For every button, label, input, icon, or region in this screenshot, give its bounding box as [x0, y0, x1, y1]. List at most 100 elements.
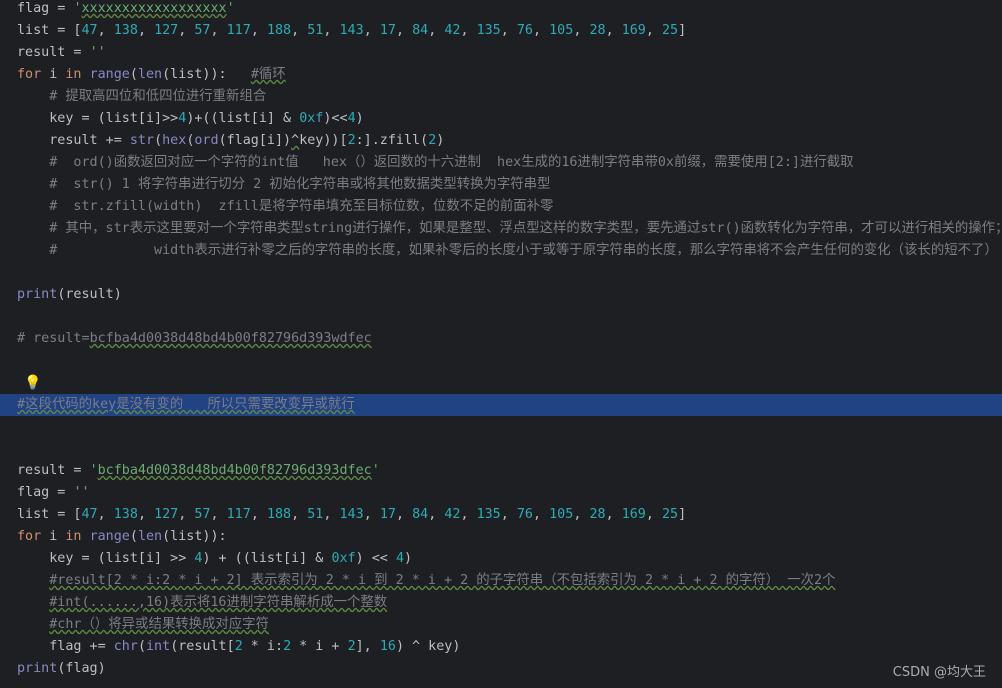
code-token: 169	[621, 507, 646, 522]
code-line[interactable]: # ord()函数返回对应一个字符的int值 hex（）返回数的十六进制 hex…	[0, 152, 1002, 174]
code-line[interactable]	[0, 416, 1002, 438]
code-token: #int(......,16)表示将16进制字符串解析成一个整数	[49, 595, 388, 610]
code-line[interactable]: # str.zfill(width) zfill是将字符串填充至目标位数，位数不…	[0, 196, 1002, 218]
code-line[interactable]: # width表示进行补零之后的字符串的长度，如果补零后的长度小于或等于原字符串…	[0, 240, 1002, 262]
code-line[interactable]: flag += chr(int(result[2 * i:2 * i + 2],…	[0, 636, 1002, 658]
code-line[interactable]: # 提取高四位和低四位进行重新组合	[0, 86, 1002, 108]
code-text: flag = ''	[17, 482, 90, 504]
code-line[interactable]: flag = 'xxxxxxxxxxxxxxxxxx'	[0, 0, 1002, 20]
code-line[interactable]: result += str(hex(ord(flag[i])^key))[2:]…	[0, 130, 1002, 152]
code-line[interactable]: # result=bcfba4d0038d48bd4b00f82796d393w…	[0, 328, 1002, 350]
code-token: key = (list[i] >>	[17, 551, 195, 566]
code-line[interactable]: #chr（）将异或结果转换成对应字符	[0, 614, 1002, 636]
csdn-watermark: CSDN @均大王	[892, 665, 986, 680]
code-token: 4	[395, 551, 404, 566]
code-token: len	[137, 67, 163, 82]
code-token: 84	[412, 23, 429, 38]
code-line[interactable]: for i in range(len(list)): #循环	[0, 64, 1002, 86]
code-line[interactable]	[0, 262, 1002, 284]
code-line[interactable]: # 其中，str表示这里要对一个字符串类型string进行操作，如果是整型、浮点…	[0, 218, 1002, 240]
code-token: 51	[307, 507, 324, 522]
code-token: ,	[460, 23, 477, 38]
code-token: (list)):	[162, 529, 227, 544]
code-token: 188	[266, 507, 292, 522]
code-text: result = 'bcfba4d0038d48bd4b00f82796d393…	[17, 460, 380, 482]
code-token: # width表示进行补零之后的字符串的长度，如果补零后的长度小于或等于原字符串…	[49, 243, 998, 258]
code-token: result +=	[17, 133, 130, 148]
code-token: ) ^ key)	[395, 639, 461, 654]
code-line[interactable]: #int(......,16)表示将16进制字符串解析成一个整数	[0, 592, 1002, 614]
code-token: 47	[81, 507, 98, 522]
code-token: 25	[662, 507, 679, 522]
code-token: # str.zfill(width) zfill是将字符串填充至目标位数，位数不…	[49, 199, 554, 214]
code-token: len	[137, 529, 163, 544]
code-token: 42	[444, 23, 461, 38]
code-line[interactable]: print(flag)	[0, 658, 1002, 680]
code-line[interactable]: # str() 1 将字符串进行切分 2 初始化字符串或将其他数据类型转换为字符…	[0, 174, 1002, 196]
code-token: in	[65, 529, 82, 544]
code-token: 143	[339, 23, 364, 38]
code-token: ,	[323, 23, 340, 38]
code-line[interactable]: key = (list[i]>>4)+((list[i] & 0xf)<<4)	[0, 108, 1002, 130]
code-token: 105	[549, 23, 574, 38]
code-token: 117	[226, 507, 251, 522]
code-token: i	[41, 67, 66, 82]
code-token: (	[154, 133, 163, 148]
code-token: ,	[460, 507, 477, 522]
code-line[interactable]	[0, 438, 1002, 460]
code-line[interactable]: #这段代码的key是没有变的 所以只需要改变异或就行	[0, 394, 1002, 416]
code-token: ,	[428, 23, 445, 38]
code-line[interactable]: result = 'bcfba4d0038d48bd4b00f82796d393…	[0, 460, 1002, 482]
code-token: 135	[476, 507, 501, 522]
code-token: 2	[347, 133, 356, 148]
code-token: key = (list[i]>>	[17, 111, 179, 126]
code-token: ,	[291, 23, 308, 38]
code-text: key = (list[i]>>4)+((list[i] & 0xf)<<4)	[17, 108, 364, 130]
code-token: ,	[395, 23, 413, 38]
code-text: for i in range(len(list)): #循环	[17, 64, 286, 86]
lightbulb-icon[interactable]: 💡	[24, 375, 41, 391]
code-token: i	[41, 529, 66, 544]
code-token: (	[137, 639, 146, 654]
code-line[interactable]: print(result)	[0, 284, 1002, 306]
code-token: 2	[283, 639, 292, 654]
code-token: )+((list[i] &	[186, 111, 300, 126]
code-token: :].zfill(	[355, 133, 429, 148]
code-token: 0xf	[331, 551, 356, 566]
code-line[interactable]: 💡	[0, 372, 1002, 394]
code-text: # str.zfill(width) zfill是将字符串填充至目标位数，位数不…	[17, 196, 553, 218]
code-text: result = ''	[17, 42, 106, 64]
code-editor[interactable]: flag = 'xxxxxxxxxxxxxxxxxx' list = [47, 1…	[0, 0, 1002, 688]
code-token: 4	[347, 111, 356, 126]
code-line[interactable]: #result[2 * i:2 * i + 2] 表示索引为 2 * i 到 2…	[0, 570, 1002, 592]
code-token: ,	[500, 23, 517, 38]
code-token: range	[89, 67, 130, 82]
code-token: #这段代码的key是没有变的 所以只需要改变异或就行	[17, 397, 355, 412]
code-token: ,	[178, 507, 195, 522]
code-line[interactable]: list = [47, 138, 127, 57, 117, 188, 51, …	[0, 20, 1002, 42]
code-line[interactable]	[0, 306, 1002, 328]
code-token: '	[89, 463, 98, 478]
code-token: bcfba4d0038d48bd4b00f82796d393dfec	[97, 463, 372, 478]
code-token: 57	[194, 23, 211, 38]
code-token: flag =	[17, 485, 74, 500]
code-line[interactable]: key = (list[i] >> 4) + ((list[i] & 0xf) …	[0, 548, 1002, 570]
code-text: flag += chr(int(result[2 * i:2 * i + 2],…	[17, 636, 460, 658]
code-token: )	[355, 111, 364, 126]
code-line[interactable]: result = ''	[0, 42, 1002, 64]
code-token: (result)	[57, 287, 122, 302]
code-line[interactable]: list = [47, 138, 127, 57, 117, 188, 51, …	[0, 504, 1002, 526]
code-token: # result=	[17, 331, 90, 346]
code-line[interactable]: flag = ''	[0, 482, 1002, 504]
code-text: #int(......,16)表示将16进制字符串解析成一个整数	[17, 592, 387, 614]
code-line[interactable]: for i in range(len(list)):	[0, 526, 1002, 548]
code-token: ''	[73, 485, 90, 500]
code-line[interactable]	[0, 350, 1002, 372]
